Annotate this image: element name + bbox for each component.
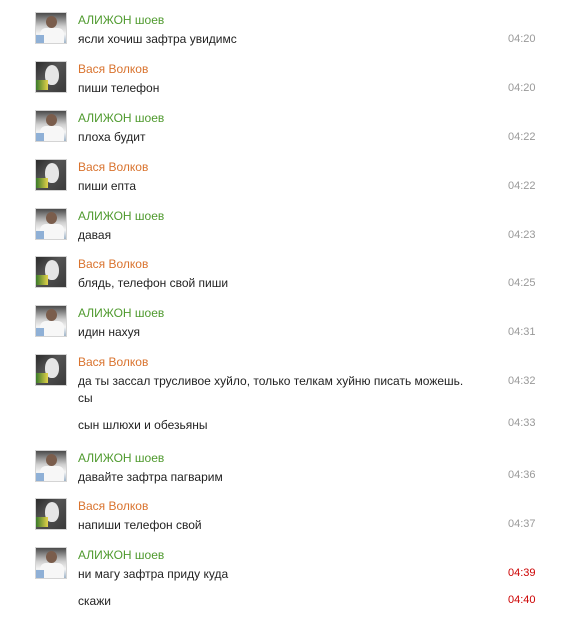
author-name[interactable]: Вася Волков: [78, 62, 148, 76]
message-time: 04:20: [508, 82, 536, 94]
message-text: пиши телефон: [78, 81, 160, 95]
avatar-alizhon[interactable]: [35, 110, 67, 142]
message-text: ясли хочиш зафтра увидимс: [78, 32, 237, 46]
message-text: ни магу зафтра приду куда: [78, 567, 229, 581]
message-text: сын шлюхи и обезьяны: [78, 418, 208, 432]
message-text-continuation: сы: [78, 391, 93, 405]
message-time: 04:20: [508, 33, 536, 45]
message-time: 04:25: [508, 277, 536, 289]
avatar-alizhon[interactable]: [35, 450, 67, 482]
avatar-vasya[interactable]: [35, 159, 67, 191]
avatar-alizhon[interactable]: [35, 305, 67, 337]
avatar-alizhon[interactable]: [35, 547, 67, 579]
message-time: 04:37: [508, 518, 536, 530]
author-name[interactable]: АЛИЖОН шоев: [78, 13, 164, 27]
avatar-alizhon[interactable]: [35, 208, 67, 240]
author-name[interactable]: Вася Волков: [78, 499, 148, 513]
avatar-alizhon[interactable]: [35, 12, 67, 44]
message-text: скажи: [78, 594, 111, 608]
message-text: да ты зассал трусливое хуйло, только тел…: [78, 374, 464, 388]
message-text: пиши епта: [78, 179, 137, 193]
avatar-vasya[interactable]: [35, 354, 67, 386]
message-text: давайте зафтра пагварим: [78, 470, 223, 484]
message-text: давая: [78, 228, 112, 242]
author-name[interactable]: АЛИЖОН шоев: [78, 451, 164, 465]
message-time: 04:22: [508, 131, 536, 143]
avatar-vasya[interactable]: [35, 61, 67, 93]
message-time: 04:23: [508, 229, 536, 241]
author-name[interactable]: Вася Волков: [78, 160, 148, 174]
author-name[interactable]: АЛИЖОН шоев: [78, 306, 164, 320]
author-name[interactable]: АЛИЖОН шоев: [78, 209, 164, 223]
message-time-unread: 04:39: [508, 567, 536, 579]
message-time-unread: 04:40: [508, 594, 536, 606]
message-text: напиши телефон свой: [78, 518, 202, 532]
author-name[interactable]: Вася Волков: [78, 355, 148, 369]
message-text: идин нахуя: [78, 325, 141, 339]
message-time: 04:22: [508, 180, 536, 192]
message-time: 04:33: [508, 417, 536, 429]
message-text: плоха будит: [78, 130, 146, 144]
author-name[interactable]: АЛИЖОН шоев: [78, 111, 164, 125]
message-time: 04:32: [508, 375, 536, 387]
author-name[interactable]: АЛИЖОН шоев: [78, 548, 164, 562]
avatar-vasya[interactable]: [35, 256, 67, 288]
message-text: блядь, телефон свой пиши: [78, 276, 229, 290]
message-time: 04:36: [508, 469, 536, 481]
author-name[interactable]: Вася Волков: [78, 257, 148, 271]
message-time: 04:31: [508, 326, 536, 338]
avatar-vasya[interactable]: [35, 498, 67, 530]
